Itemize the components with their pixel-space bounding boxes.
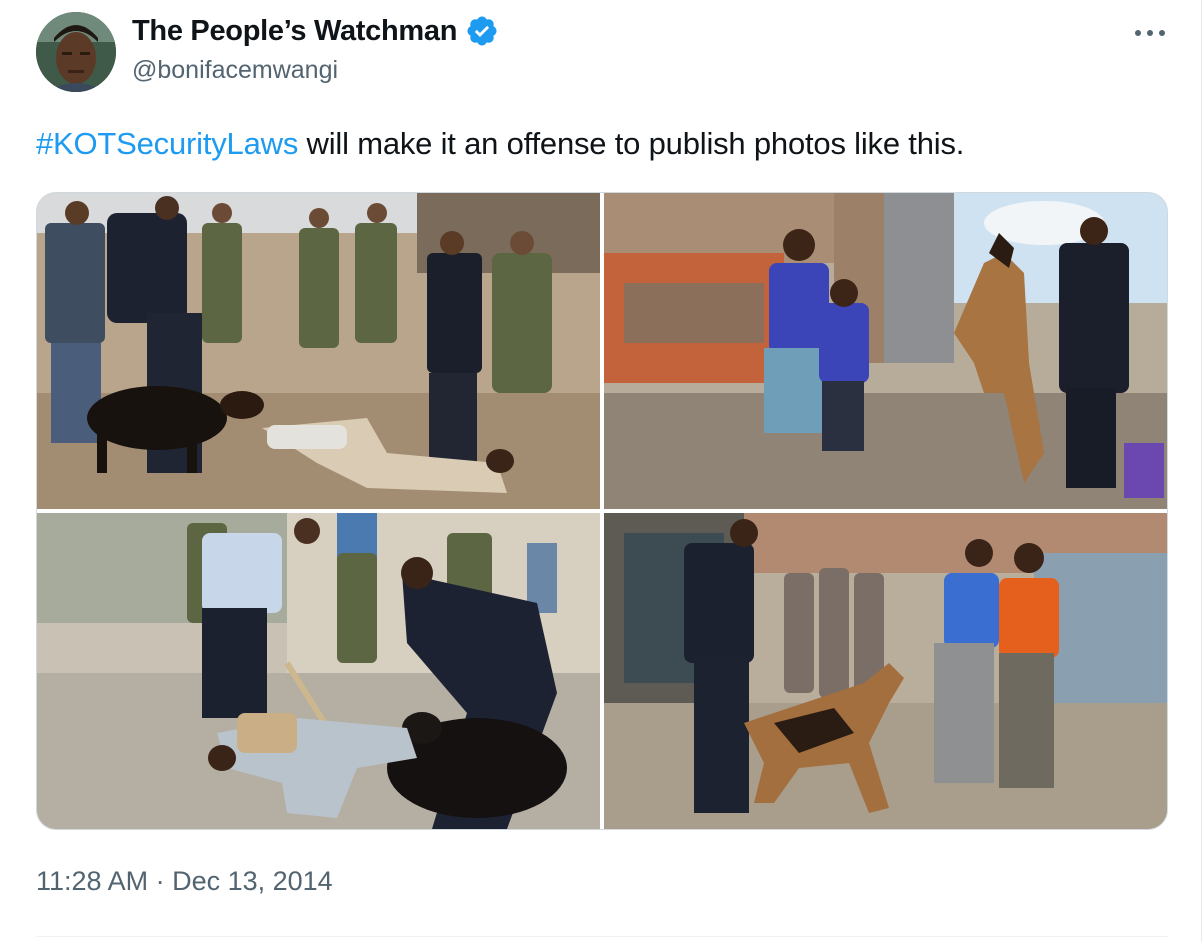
hashtag-link[interactable]: #KOTSecurityLaws (36, 126, 298, 161)
media-photo-4[interactable] (604, 513, 1167, 829)
tweet-timestamp[interactable]: 11:28 AM · Dec 13, 2014 (36, 866, 333, 897)
photo-dog-lunging-at-schoolchildren-icon (604, 193, 1167, 509)
tweet-text: #KOTSecurityLaws will make it an offense… (36, 124, 964, 164)
frame-border (1201, 0, 1202, 942)
author-handle[interactable]: @bonifacemwangi (132, 56, 338, 85)
avatar[interactable] (36, 12, 116, 92)
avatar-portrait-icon (36, 12, 116, 92)
tweet-card: The People’s Watchman @bonifacemwangi #K… (0, 0, 1204, 942)
media-photo-1[interactable] (37, 193, 600, 509)
photo-police-dog-attack-ground-icon (37, 193, 600, 509)
media-grid (36, 192, 1168, 830)
photo-dog-chasing-youths-icon (604, 513, 1167, 829)
media-photo-2[interactable] (604, 193, 1167, 509)
divider (36, 936, 1168, 937)
author-name-row: The People’s Watchman (132, 14, 499, 48)
media-photo-3[interactable] (37, 513, 600, 829)
photo-officer-beating-man-with-stick-icon (37, 513, 600, 829)
tweet-body-text: will make it an offense to publish photo… (298, 126, 965, 161)
more-options-icon[interactable] (1128, 18, 1172, 48)
verified-badge-icon (465, 14, 499, 48)
author-display-name[interactable]: The People’s Watchman (132, 15, 457, 48)
